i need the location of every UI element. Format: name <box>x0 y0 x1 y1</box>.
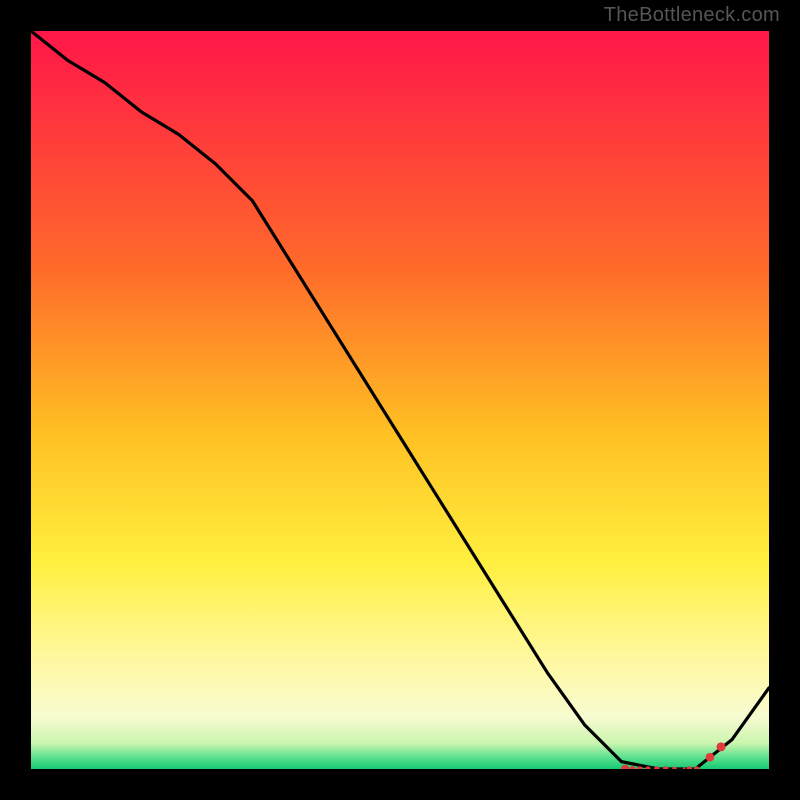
optimal-marker <box>683 768 686 770</box>
optimal-markers <box>31 31 769 769</box>
plot-area <box>31 31 769 769</box>
optimal-marker <box>629 766 635 769</box>
optimal-marker <box>663 766 669 769</box>
optimal-marker <box>645 766 651 769</box>
optimal-marker <box>694 766 700 769</box>
optimal-marker <box>687 766 693 769</box>
watermark-text: TheBottleneck.com <box>604 4 780 27</box>
optimal-marker <box>637 766 643 769</box>
optimal-marker <box>706 753 715 762</box>
chart-container: TheBottleneck.com <box>0 0 800 800</box>
optimal-marker <box>654 766 660 769</box>
optimal-marker <box>621 765 629 769</box>
optimal-marker <box>672 767 677 769</box>
optimal-marker <box>717 742 726 751</box>
